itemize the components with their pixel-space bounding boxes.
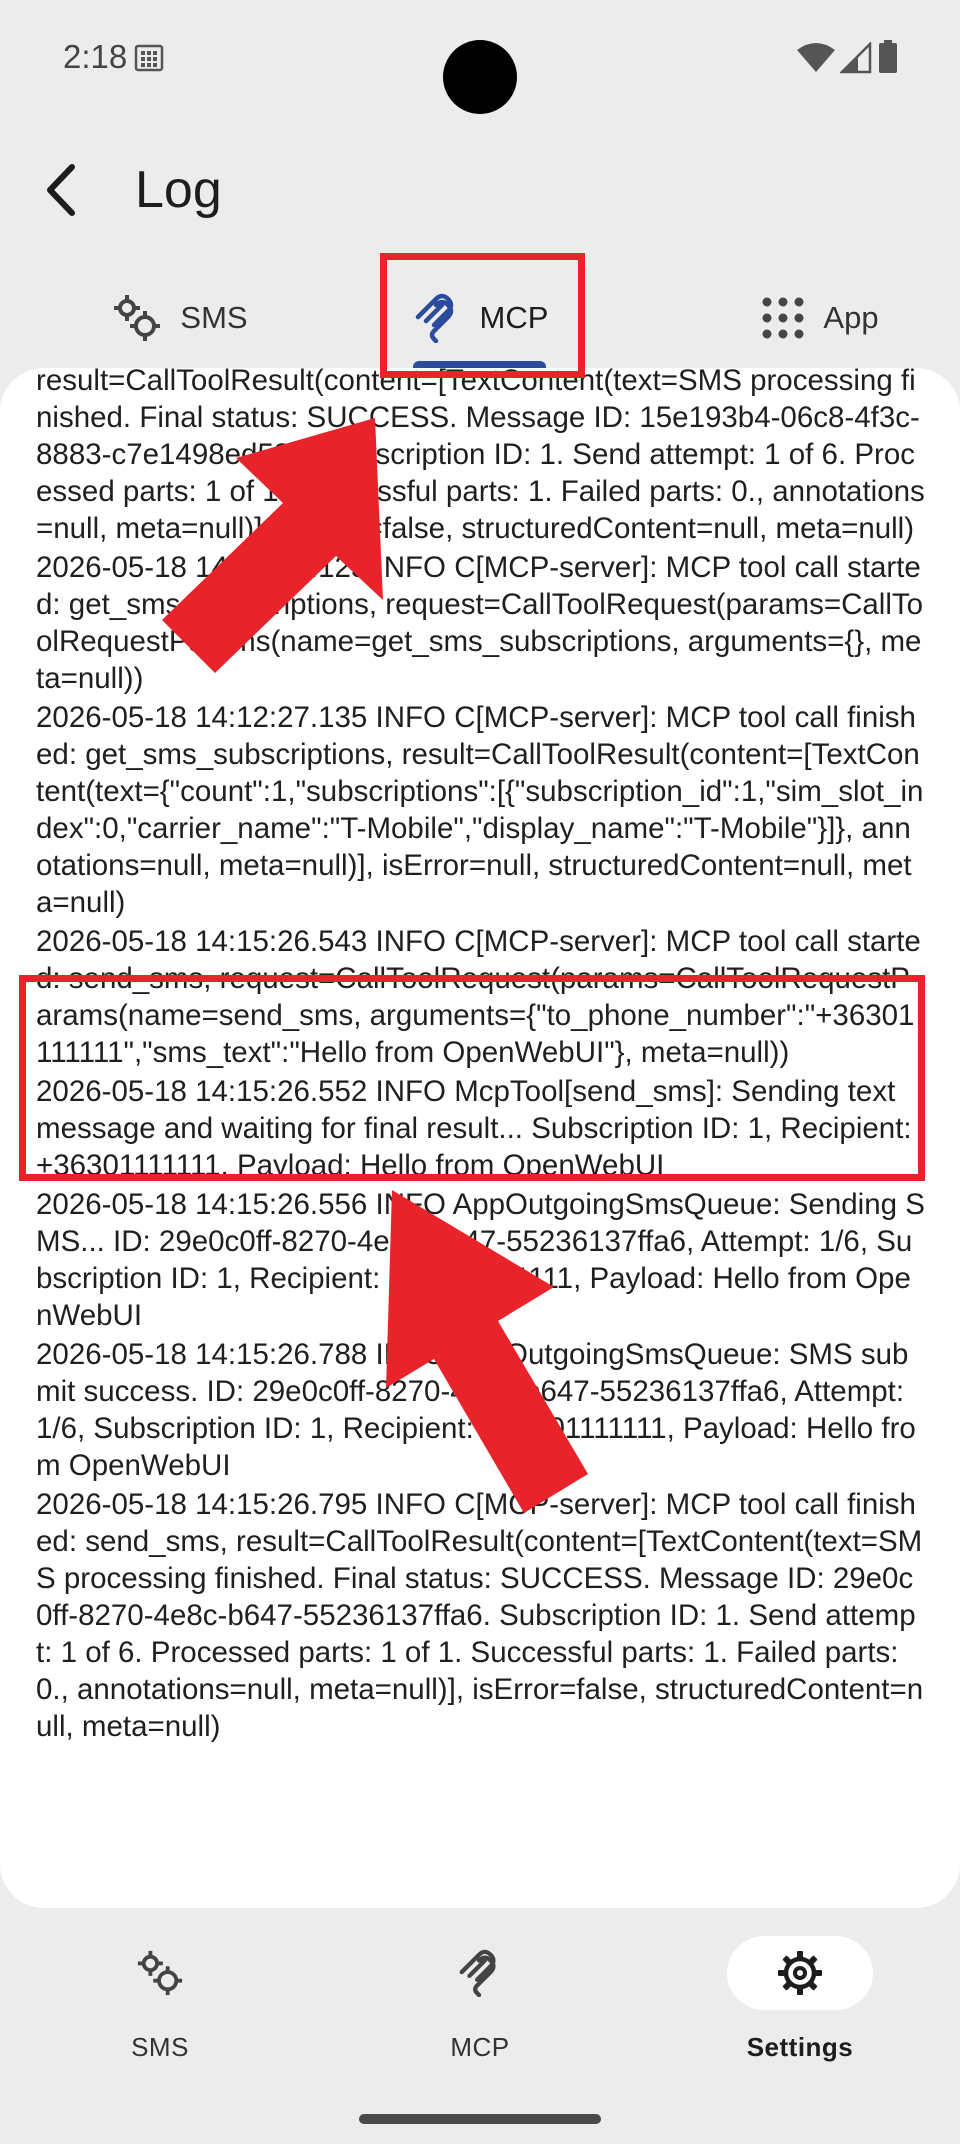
page-title: Log bbox=[135, 161, 222, 219]
annotation-highlight-log-entry bbox=[19, 975, 925, 1181]
tab-app[interactable]: App bbox=[680, 260, 960, 375]
nav-item-sms[interactable]: SMS bbox=[60, 1936, 260, 2076]
status-time: 2:18 bbox=[63, 38, 128, 75]
gears-icon bbox=[137, 1950, 183, 1996]
sim-card-icon bbox=[134, 44, 164, 72]
log-entry: 2026-05-18 14:15:26.556 INFO AppOutgoing… bbox=[36, 1188, 925, 1332]
mcp-logo-icon bbox=[459, 1949, 496, 1997]
log-entry: 2026-05-18 14:12:27.125 INFO C[MCP-serve… bbox=[36, 551, 924, 695]
tab-label: App bbox=[823, 299, 879, 335]
log-entry: result=CallToolResult(content=[TextConte… bbox=[36, 368, 925, 545]
tab-sms[interactable]: SMS bbox=[40, 260, 320, 375]
bottom-navigation: SMS MCP Settings bbox=[0, 1908, 960, 2144]
nav-label: MCP bbox=[450, 2032, 510, 2062]
grid-dots-icon bbox=[762, 297, 804, 338]
status-bar: 2:18 bbox=[0, 0, 960, 120]
log-entry: 2026-05-18 14:15:26.795 INFO C[MCP-serve… bbox=[36, 1488, 924, 1743]
battery-icon bbox=[879, 40, 897, 73]
back-arrow-icon[interactable] bbox=[36, 155, 88, 225]
cell-signal-icon bbox=[840, 42, 872, 74]
gears-icon bbox=[114, 294, 161, 341]
nav-label: SMS bbox=[131, 2032, 189, 2062]
annotation-highlight-tab bbox=[380, 253, 585, 378]
camera-cutout bbox=[443, 40, 517, 114]
log-entry: 2026-05-18 14:12:27.135 INFO C[MCP-serve… bbox=[36, 701, 924, 919]
wifi-icon bbox=[797, 43, 835, 72]
home-indicator[interactable] bbox=[359, 2114, 601, 2124]
settings-gear-icon bbox=[778, 1951, 822, 1995]
nav-item-settings[interactable]: Settings bbox=[700, 1936, 900, 2076]
nav-label: Settings bbox=[746, 2032, 854, 2062]
log-entry: 2026-05-18 14:15:26.788 INFO AppOutgoing… bbox=[36, 1338, 916, 1482]
tab-label: SMS bbox=[180, 299, 248, 335]
nav-item-mcp[interactable]: MCP bbox=[380, 1936, 580, 2076]
